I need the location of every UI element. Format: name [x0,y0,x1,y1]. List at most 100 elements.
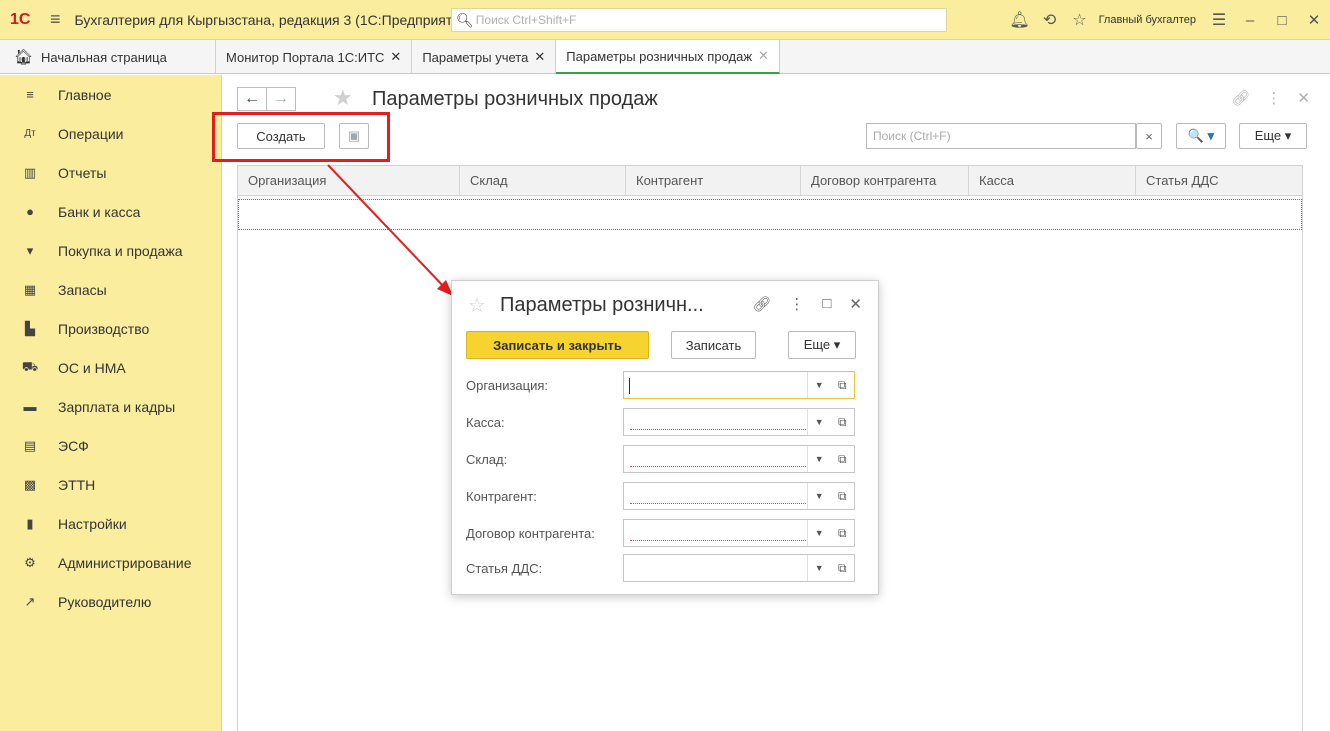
link-icon[interactable]: 🔗︎ [1231,89,1250,107]
sidebar-item-label: Операции [58,125,124,142]
save-button[interactable]: Записать [671,331,756,359]
favorite-star-icon[interactable]: ★ [333,85,353,111]
minimize-icon[interactable]: – [1234,12,1266,29]
card-icon: ▬ [23,399,37,414]
main-menu-icon[interactable]: ≡ [50,9,61,30]
tab-its-monitor[interactable]: Монитор Портала 1С:ИТС ✕ [216,40,413,74]
sidebar-item-label: ЭСФ [58,437,89,454]
organization-field[interactable]: ▼ ⧉ [623,371,855,399]
tab-accounting-params[interactable]: Параметры учета ✕ [412,40,557,74]
sidebar-item-ettn[interactable]: ▩ ЭТТН [0,465,221,504]
sidebar-item-settings[interactable]: ▮ Настройки [0,504,221,543]
tab-retail-params[interactable]: Параметры розничных продаж ✕ [556,40,780,74]
field-counterparty: Контрагент: ▼ ⧉ [466,481,855,511]
chevron-down-icon[interactable]: ▼ [807,483,831,509]
close-icon[interactable]: ✕ [1298,11,1330,29]
sidebar-item-stock[interactable]: ▦ Запасы [0,270,221,309]
tab-close-icon[interactable]: ✕ [534,49,545,65]
favorite-star-icon[interactable]: ☆ [468,293,486,318]
column-header[interactable]: Склад [460,166,626,195]
user-name[interactable]: Главный бухгалтер [1099,14,1196,26]
list-search-box[interactable] [866,123,1136,149]
warehouse-input[interactable] [624,446,807,472]
contract-input[interactable] [624,520,807,546]
column-header[interactable]: Договор контрагента [801,166,969,195]
close-icon[interactable]: ✕ [1297,89,1310,107]
cashbox-input[interactable] [624,409,807,435]
open-icon[interactable]: ⧉ [831,372,854,398]
global-search-input[interactable] [475,13,916,27]
back-button[interactable]: ← [237,87,267,111]
column-header[interactable]: Организация [238,166,460,195]
open-icon[interactable]: ⧉ [831,520,854,546]
column-header[interactable]: Статья ДДС [1136,166,1302,195]
tab-close-icon[interactable]: ✕ [758,48,769,64]
field-label: Договор контрагента: [466,525,595,541]
arrow-right-icon: → [273,90,289,107]
maximize-icon[interactable]: □ [1266,12,1298,29]
bell-icon[interactable]: 🔔︎ [1005,10,1035,30]
truck-icon: ⛟ [21,358,39,374]
column-header[interactable]: Касса [969,166,1136,195]
maximize-icon[interactable]: □ [822,295,831,313]
counterparty-field[interactable]: ▼ ⧉ [623,482,855,510]
chevron-down-icon[interactable]: ▼ [807,446,831,472]
open-icon[interactable]: ⧉ [831,555,854,581]
sidebar-item-bank[interactable]: ● Банк и касса [0,192,221,231]
more-button[interactable]: Еще ▾ [788,331,856,359]
table-row[interactable] [238,199,1302,230]
counterparty-input[interactable] [624,483,807,509]
warehouse-field[interactable]: ▼ ⧉ [623,445,855,473]
list-search-input[interactable] [867,124,1135,148]
chevron-down-icon[interactable]: ▼ [807,409,831,435]
sidebar-item-label: Запасы [58,281,107,298]
more-vert-icon[interactable]: ⋮ [1266,89,1281,107]
text-caret [629,378,630,394]
history-icon[interactable]: ⟲ [1035,10,1065,30]
sidebar-item-operations[interactable]: Дт Операции [0,114,221,153]
tab-home[interactable]: 🏠︎ Начальная страница [0,40,216,74]
sidebar-item-reports[interactable]: ▥ Отчеты [0,153,221,192]
sidebar-item-manager[interactable]: ↗ Руководителю [0,582,221,621]
more-button[interactable]: Еще ▾ [1239,123,1307,149]
sidebar-item-admin[interactable]: ⚙ Администрирование [0,543,221,582]
sidebar-item-production[interactable]: ▙ Производство [0,309,221,348]
forward-button[interactable]: → [266,87,296,111]
column-header[interactable]: Контрагент [626,166,801,195]
open-icon[interactable]: ⧉ [831,446,854,472]
search-button[interactable]: 🔍 ▾ [1176,123,1226,149]
global-search-box[interactable]: 🔍︎ [451,8,947,32]
field-label: Контрагент: [466,488,537,504]
organization-input[interactable] [624,372,807,398]
required-underline [630,429,806,430]
field-cashflow-item: Статья ДДС: ▼ ⧉ [466,553,855,583]
operations-icon: Дт [24,128,36,139]
field-contract: Договор контрагента: ▼ ⧉ [466,518,855,548]
tab-close-icon[interactable]: ✕ [390,49,401,65]
cashflow-item-input[interactable] [624,555,807,581]
open-icon[interactable]: ⧉ [831,483,854,509]
sidebar-item-payroll[interactable]: ▬ Зарплата и кадры [0,387,221,426]
chevron-down-icon[interactable]: ▼ [807,520,831,546]
field-organization: Организация: ▼ ⧉ [466,370,855,400]
favorites-star-icon[interactable]: ☆ [1065,10,1095,30]
contract-field[interactable]: ▼ ⧉ [623,519,855,547]
sidebar-item-sales[interactable]: ▾ Покупка и продажа [0,231,221,270]
cashbox-field[interactable]: ▼ ⧉ [623,408,855,436]
save-and-close-button[interactable]: Записать и закрыть [466,331,649,359]
sidebar-item-label: Администрирование [58,554,192,571]
chevron-down-icon[interactable]: ▼ [807,372,831,398]
close-icon[interactable]: ✕ [849,295,862,313]
invoice-icon: ▤ [23,437,37,453]
sidebar-item-main[interactable]: ≡ Главное [0,75,221,114]
sidebar-item-esf[interactable]: ▤ ЭСФ [0,426,221,465]
more-vert-icon[interactable]: ⋮ [789,295,804,313]
sidebar-item-fixed-assets[interactable]: ⛟ ОС и НМА [0,348,221,387]
open-icon[interactable]: ⧉ [831,409,854,435]
clear-search-button[interactable]: × [1136,123,1162,149]
cashflow-item-field[interactable]: ▼ ⧉ [623,554,855,582]
tabs-bar: 🏠︎ Начальная страница Монитор Портала 1С… [0,40,1330,74]
chevron-down-icon[interactable]: ▼ [807,555,831,581]
link-icon[interactable]: 🔗︎ [752,295,771,313]
settings-menu-icon[interactable]: ☰ [1204,10,1234,30]
